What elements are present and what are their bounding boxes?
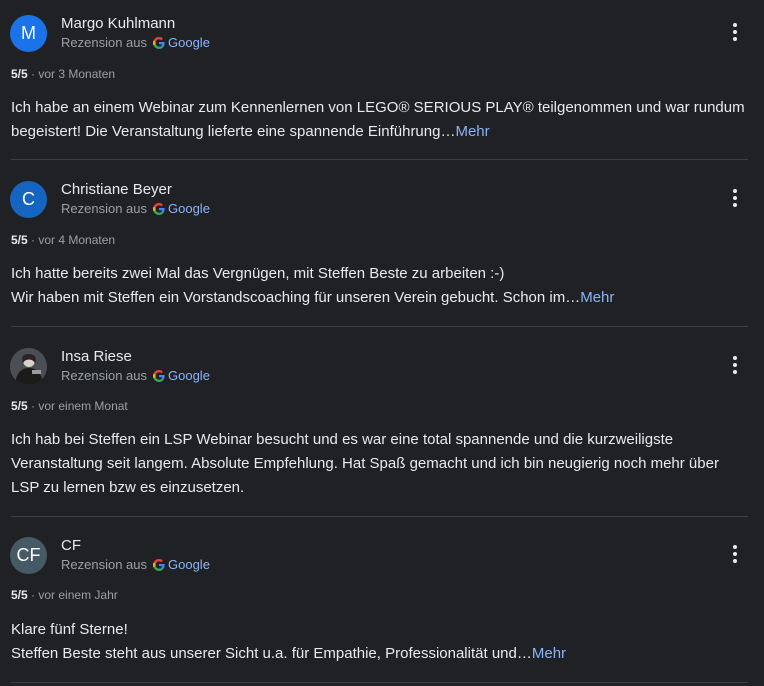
person-photo-icon [10, 348, 47, 385]
rating: 5/5 [11, 588, 28, 602]
rating: 5/5 [11, 233, 28, 247]
source-prefix: Rezension aus [61, 557, 147, 572]
review-source: Rezension aus Google [61, 35, 210, 50]
review-source: Rezension aus Google [61, 368, 210, 383]
review-text: Ich hab bei Steffen ein LSP Webinar besu… [11, 428, 751, 500]
review-time: vor 3 Monaten [38, 67, 116, 81]
reviews-list: M Margo Kuhlmann Rezension aus Google 5/… [0, 0, 764, 686]
source-prefix: Rezension aus [61, 35, 147, 50]
more-options-button[interactable] [724, 355, 746, 379]
more-options-button[interactable] [724, 22, 746, 46]
review-source: Rezension aus Google [61, 201, 210, 216]
more-options-button[interactable] [724, 544, 746, 568]
google-g-icon [153, 369, 165, 382]
review-paragraph: Klare fünf Sterne! [11, 621, 128, 638]
source-name: Google [168, 557, 210, 572]
review-paragraph: Ich hatte bereits zwei Mal das Vergnügen… [11, 265, 505, 282]
review-text: Klare fünf Sterne! Steffen Beste steht a… [11, 618, 751, 666]
author-name[interactable]: Insa Riese [61, 348, 132, 365]
google-g-icon [153, 202, 165, 215]
divider [11, 326, 748, 327]
review-meta: 5/5 · vor einem Monat [11, 399, 128, 413]
review-meta: 5/5 · vor einem Jahr [11, 588, 118, 602]
review-text: Ich hatte bereits zwei Mal das Vergnügen… [11, 262, 751, 310]
review-source: Rezension aus Google [61, 557, 210, 572]
review-paragraph: Ich habe an einem Webinar zum Kennenlern… [11, 99, 745, 140]
avatar-photo[interactable] [10, 348, 47, 385]
review-meta: 5/5 · vor 3 Monaten [11, 67, 115, 81]
divider [11, 159, 748, 160]
vertical-dots-icon [733, 188, 737, 212]
avatar[interactable]: M [10, 15, 47, 52]
more-link[interactable]: Mehr [580, 289, 614, 306]
source-prefix: Rezension aus [61, 368, 147, 383]
vertical-dots-icon [733, 355, 737, 379]
google-g-icon [153, 36, 165, 49]
more-link[interactable]: Mehr [532, 645, 566, 662]
review-meta: 5/5 · vor 4 Monaten [11, 233, 115, 247]
more-options-button[interactable] [724, 188, 746, 212]
author-name[interactable]: Christiane Beyer [61, 181, 172, 198]
google-g-icon [153, 558, 165, 571]
divider [11, 516, 748, 517]
author-name[interactable]: CF [61, 537, 81, 554]
author-name[interactable]: Margo Kuhlmann [61, 15, 175, 32]
rating: 5/5 [11, 67, 28, 81]
rating: 5/5 [11, 399, 28, 413]
avatar[interactable]: CF [10, 537, 47, 574]
source-name: Google [168, 201, 210, 216]
review-time: vor einem Monat [38, 399, 128, 413]
source-name: Google [168, 368, 210, 383]
review-paragraph: Ich hab bei Steffen ein LSP Webinar besu… [11, 431, 719, 496]
review-paragraph: Wir haben mit Steffen ein Vorstandscoach… [11, 289, 581, 306]
more-link[interactable]: Mehr [455, 123, 489, 140]
source-name: Google [168, 35, 210, 50]
review-time: vor 4 Monaten [38, 233, 116, 247]
avatar[interactable]: C [10, 181, 47, 218]
review-text: Ich habe an einem Webinar zum Kennenlern… [11, 96, 751, 144]
vertical-dots-icon [733, 544, 737, 568]
source-prefix: Rezension aus [61, 201, 147, 216]
review-paragraph: Steffen Beste steht aus unserer Sicht u.… [11, 645, 532, 662]
review-time: vor einem Jahr [38, 588, 118, 602]
vertical-dots-icon [733, 22, 737, 46]
divider [11, 682, 748, 683]
